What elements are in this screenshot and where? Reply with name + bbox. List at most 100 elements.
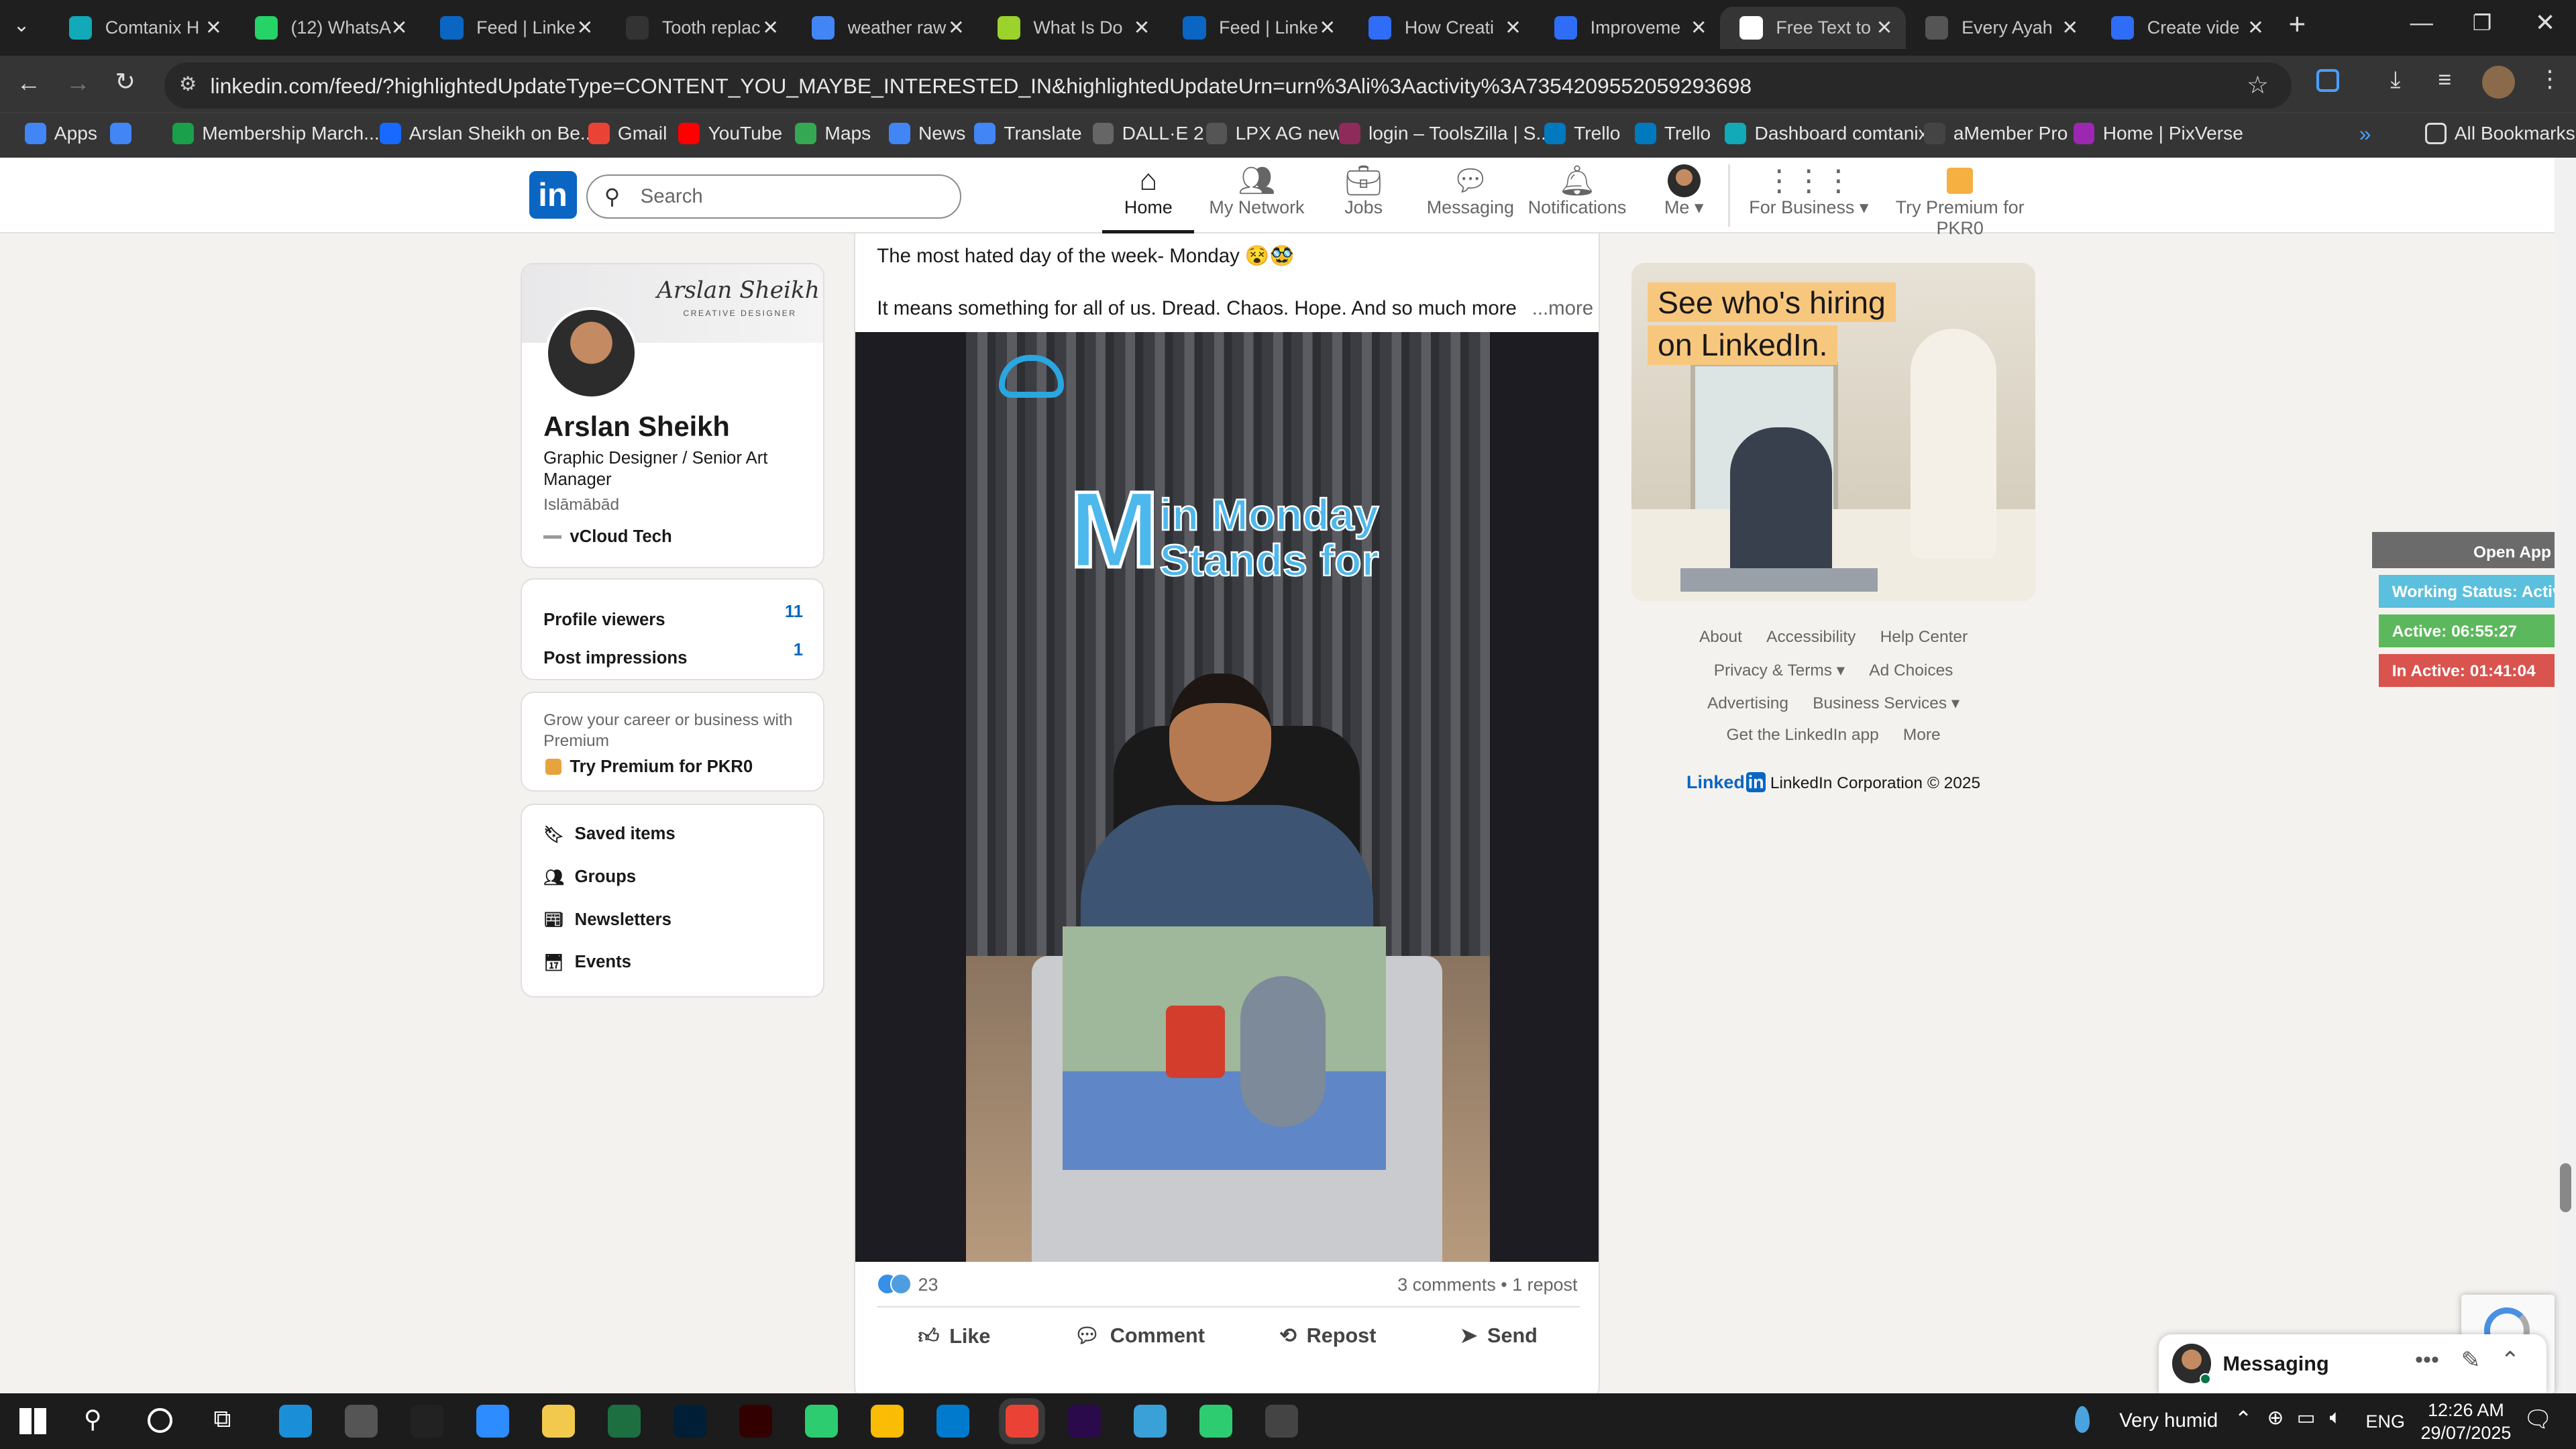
tab-close-icon[interactable]: ✕ [1505, 16, 1521, 40]
restore-button[interactable]: ❐ [2473, 10, 2492, 36]
bookmark-item[interactable] [110, 123, 140, 145]
tab-close-icon[interactable]: ✕ [1319, 16, 1336, 40]
see-more-link[interactable]: ...more [1532, 297, 1593, 319]
browser-tab[interactable]: Comtanix H ✕ [49, 7, 235, 50]
url-bar[interactable]: ⚙ linkedin.com/feed/?highlightedUpdateTy… [164, 62, 2292, 109]
like-button[interactable]: 👍︎ Like [918, 1324, 991, 1349]
linkedin-logo[interactable]: in [529, 170, 577, 219]
search-taskbar-icon[interactable]: ⚲ [84, 1405, 102, 1434]
tab-close-icon[interactable]: ✕ [1876, 16, 1893, 40]
bookmark-item[interactable]: Home | PixVerse [2073, 123, 2243, 145]
bookmark-item[interactable]: Trello [1634, 123, 1711, 145]
comments-reposts-count[interactable]: 3 comments • 1 repost [1397, 1275, 1577, 1295]
excel-icon[interactable] [608, 1404, 641, 1438]
media-icon[interactable]: ≡ [2438, 67, 2451, 93]
send-button[interactable]: ➤ Send [1460, 1324, 1538, 1348]
scrollbar-track[interactable] [2555, 158, 2576, 1393]
tab-list-chevron-icon[interactable]: ⌄ [13, 13, 30, 37]
forward-icon[interactable]: → [66, 69, 91, 97]
nav-item-for-business[interactable]: ⋮⋮⋮ For Business ▾ [1743, 164, 1874, 218]
bookmark-item[interactable]: login – ToolsZilla | S... [1338, 123, 1552, 145]
zoom-icon[interactable] [476, 1404, 510, 1438]
open-app-button[interactable]: Open App ↗ [2372, 532, 2576, 569]
language-indicator[interactable]: ENG [2366, 1411, 2405, 1432]
illustrator-icon[interactable] [739, 1404, 773, 1438]
tab-close-icon[interactable]: ✕ [948, 16, 965, 40]
reaction-icons[interactable] [877, 1273, 913, 1296]
browser-tab[interactable]: Feed | Linke ✕ [421, 7, 606, 50]
profile-company[interactable]: vCloud Tech [570, 527, 672, 547]
browser-tab[interactable]: Improveme ✕ [1534, 7, 1720, 50]
browser-tab[interactable]: weather raw ✕ [792, 7, 977, 50]
terminal-icon[interactable] [411, 1404, 444, 1438]
reaction-count[interactable]: 23 [918, 1275, 938, 1295]
tab-close-icon[interactable]: ✕ [576, 16, 593, 40]
hiring-ad[interactable]: See who's hiring on LinkedIn. [1631, 262, 2036, 602]
volume-tray-icon[interactable]: 🔈︎ [2330, 1406, 2342, 1429]
shortcut-newsletters[interactable]: 📰︎ Newsletters [543, 910, 672, 930]
bookmark-item[interactable]: News [888, 123, 965, 145]
browser-tab[interactable]: Free Text to ✕ [1720, 6, 1906, 50]
chrome-icon[interactable] [870, 1404, 904, 1438]
reload-icon[interactable]: ↻ [115, 67, 136, 96]
app-icon[interactable] [1133, 1404, 1167, 1438]
footer-link[interactable]: Privacy & Terms ▾ [1714, 661, 1845, 680]
task-view-icon[interactable]: ⧉ [213, 1405, 231, 1434]
tray-chevron-icon[interactable]: ⌃ [2235, 1406, 2253, 1432]
browser-tab[interactable]: (12) WhatsA ✕ [235, 7, 421, 50]
footer-link[interactable]: More [1903, 726, 1941, 744]
chevron-up-icon[interactable]: ⌃ [2500, 1347, 2520, 1374]
bookmark-item[interactable]: Maps [795, 123, 871, 145]
tab-close-icon[interactable]: ✕ [391, 16, 408, 40]
browser-menu-icon[interactable]: ⋮ [2538, 66, 2561, 93]
profile-avatar[interactable] [2482, 65, 2516, 99]
nav-item-try-premium-for-pkr0[interactable]: Try Premium for PKR0 [1881, 164, 2039, 239]
bookmark-item[interactable]: Apps [24, 123, 97, 145]
photoshop-icon[interactable] [674, 1404, 707, 1438]
shortcut-saved-items[interactable]: 🔖︎ Saved items [543, 824, 676, 845]
footer-link[interactable]: Advertising [1707, 694, 1788, 712]
bookmark-item[interactable]: Gmail [588, 123, 667, 145]
tab-close-icon[interactable]: ✕ [2061, 16, 2078, 40]
all-bookmarks[interactable]: All Bookmarks [2424, 123, 2575, 145]
search-input[interactable]: ⚲ Search [586, 174, 961, 219]
start-icon[interactable] [19, 1407, 46, 1434]
tab-close-icon[interactable]: ✕ [1690, 16, 1707, 40]
footer-link[interactable]: Ad Choices [1869, 661, 1953, 680]
site-info-icon[interactable]: ⚙ [179, 72, 197, 96]
profile-avatar-large[interactable] [545, 307, 637, 399]
browser-tab[interactable]: Tooth replac ✕ [606, 7, 792, 50]
chrome-active-icon[interactable] [1005, 1404, 1038, 1438]
post-video[interactable]: M in Monday Stands for [855, 331, 1599, 1262]
tab-close-icon[interactable]: ✕ [762, 16, 779, 40]
vscode-icon[interactable] [936, 1404, 969, 1438]
cursor-tool-icon[interactable] [805, 1404, 838, 1438]
bookmark-item[interactable]: Arslan Sheikh on Be... [379, 123, 596, 145]
tab-close-icon[interactable]: ✕ [2247, 16, 2264, 40]
premiere-icon[interactable] [1067, 1404, 1101, 1438]
minimize-button[interactable]: — [2410, 10, 2433, 36]
compose-icon[interactable]: ✎ [2461, 1347, 2481, 1374]
profile-viewers-row[interactable]: Profile viewers 11 [543, 602, 803, 632]
bookmark-item[interactable]: DALL·E 2 [1092, 123, 1204, 145]
shortcut-events[interactable]: 📅︎ Events [543, 953, 631, 973]
scrollbar-thumb[interactable] [2559, 1163, 2571, 1213]
footer-link[interactable]: Business Services ▾ [1813, 694, 1960, 712]
notification-center-icon[interactable]: 🗨︎ [2524, 1406, 2553, 1433]
browser-tab[interactable]: How Creati ✕ [1349, 7, 1535, 50]
cortana-icon[interactable] [148, 1407, 173, 1433]
wifi-tray-icon[interactable]: ▭ [2297, 1406, 2316, 1430]
camtasia-icon[interactable] [1199, 1404, 1232, 1438]
footer-link[interactable]: Help Center [1880, 628, 1968, 646]
profile-name[interactable]: Arslan Sheikh [543, 411, 730, 443]
footer-link[interactable]: About [1699, 628, 1742, 646]
footer-link[interactable]: Accessibility [1766, 628, 1856, 646]
browser-tab[interactable]: What Is Do ✕ [977, 7, 1163, 50]
calculator-icon[interactable] [1265, 1404, 1298, 1438]
network-tray-icon[interactable]: ⊕ [2267, 1406, 2284, 1430]
extensions-icon[interactable] [2316, 68, 2340, 93]
browser-tab[interactable]: Create vide ✕ [2092, 7, 2277, 50]
bookmark-item[interactable]: Trello [1544, 123, 1620, 145]
bookmark-item[interactable]: YouTube [678, 123, 782, 145]
browser-tab[interactable]: Feed | Linke ✕ [1163, 7, 1349, 50]
